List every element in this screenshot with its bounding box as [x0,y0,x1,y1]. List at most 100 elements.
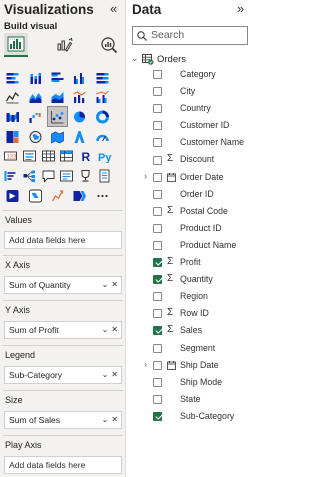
field-item[interactable]: Σ Sales [127,322,253,339]
close-icon[interactable]: ✕ [111,370,118,379]
chevron-right-icon[interactable]: › [144,359,147,369]
pie-chart-icon[interactable] [70,107,89,126]
field-item[interactable]: Customer Name [127,134,253,151]
analytics-icon[interactable] [97,33,121,57]
stacked-area-chart-icon[interactable] [48,88,67,107]
field-checkbox[interactable] [153,258,162,268]
power-apps-icon[interactable] [3,186,22,205]
field-item[interactable]: › Ship Date [127,357,253,374]
field-item[interactable]: State [127,391,253,408]
chevron-down-icon[interactable]: ⌄ [102,280,109,289]
field-checkbox[interactable] [153,343,162,353]
field-checkbox[interactable] [153,70,162,80]
clustered-column-chart-icon[interactable] [70,68,89,87]
line-chart-icon[interactable] [3,88,22,107]
field-item[interactable]: › Order Date [127,169,253,186]
field-checkbox[interactable] [153,275,162,285]
power-automate-icon[interactable] [25,186,44,205]
kpi-icon[interactable] [48,186,67,205]
field-checkbox[interactable] [153,292,162,302]
field-checkbox[interactable] [153,394,162,404]
python-visual-icon[interactable]: Py [96,147,112,166]
matrix-icon[interactable] [59,147,75,166]
field-item[interactable]: Σ Postal Code [127,203,253,220]
values-well[interactable]: Add data fields here [4,231,122,249]
chevron-down-icon[interactable]: ⌄ [131,53,139,64]
decomposition-tree-icon[interactable] [22,166,38,185]
field-item[interactable]: Category [127,66,253,83]
field-item[interactable]: City [127,83,253,100]
search-input[interactable]: Search [132,26,248,45]
collapse-visualizations-icon[interactable]: « [110,1,117,16]
scatter-chart-icon[interactable] [46,106,69,128]
field-item[interactable]: Order ID [127,186,253,203]
chevron-right-icon[interactable]: › [144,171,147,181]
map-icon[interactable] [25,127,44,146]
goals-icon[interactable] [78,166,94,185]
close-icon[interactable]: ✕ [111,415,118,424]
field-item[interactable]: Country [127,100,253,117]
chevron-down-icon[interactable]: ⌄ [102,325,109,334]
stacked-bar-chart-icon[interactable] [3,68,22,87]
chevron-down-icon[interactable]: ⌄ [102,415,109,424]
field-item[interactable]: Product ID [127,220,253,237]
legend-well[interactable]: Sub-Category ⌄ ✕ [4,366,122,384]
field-checkbox[interactable] [153,223,162,233]
line-and-column-chart-icon[interactable] [70,88,89,107]
build-visual-icon[interactable] [4,33,28,57]
field-item[interactable]: Sub-Category [127,408,253,425]
field-item[interactable]: Σ Quantity [127,271,253,288]
field-checkbox[interactable] [153,121,162,131]
field-item[interactable]: Σ Discount [127,151,253,168]
gauge-icon[interactable] [93,127,112,146]
field-checkbox[interactable] [153,155,162,165]
field-checkbox[interactable] [153,206,162,216]
field-checkbox[interactable] [153,189,162,199]
100-stacked-bar-chart-icon[interactable] [93,68,112,87]
chevron-down-icon[interactable]: ⌄ [102,370,109,379]
field-item[interactable]: Customer ID [127,117,253,134]
field-item[interactable]: Region [127,288,253,305]
ribbon-chart-icon[interactable] [3,107,22,126]
expand-data-icon[interactable]: » [237,1,244,16]
format-visual-icon[interactable] [52,33,76,57]
y-axis-well[interactable]: Sum of Profit ⌄ ✕ [4,321,122,339]
clustered-bar-chart-icon[interactable] [48,68,67,87]
paginated-report-icon[interactable] [96,166,112,185]
table-orders[interactable]: ⌄ Orders [127,52,253,66]
filled-map-icon[interactable] [48,127,67,146]
field-item[interactable]: Σ Row ID [127,305,253,322]
size-well[interactable]: Sum of Sales ⌄ ✕ [4,411,122,429]
field-item[interactable]: Σ Profit [127,254,253,271]
field-item[interactable]: Product Name [127,237,253,254]
field-item[interactable]: Ship Mode [127,374,253,391]
play-axis-well[interactable]: Add data fields here [4,456,122,474]
area-chart-icon[interactable] [25,88,44,107]
field-checkbox[interactable] [153,104,162,114]
qa-icon[interactable] [40,166,56,185]
card-icon[interactable]: 123 [3,147,19,166]
treemap-icon[interactable] [3,127,22,146]
close-icon[interactable]: ✕ [111,325,118,334]
field-checkbox[interactable] [153,326,162,336]
close-icon[interactable]: ✕ [111,280,118,289]
smart-narrative-icon[interactable] [59,166,75,185]
field-checkbox[interactable] [153,240,162,250]
multi-row-card-icon[interactable] [22,147,38,166]
slicer-icon[interactable] [70,186,89,205]
more-visuals-icon[interactable] [93,186,112,205]
field-checkbox[interactable] [153,411,162,421]
donut-chart-icon[interactable] [93,107,112,126]
field-checkbox[interactable] [153,138,162,148]
key-influencers-icon[interactable] [3,166,19,185]
stacked-column-chart-icon[interactable] [25,68,44,87]
field-checkbox[interactable] [153,360,162,370]
line-and-clustered-column-chart-icon[interactable] [93,88,112,107]
azure-map-icon[interactable] [70,127,89,146]
field-item[interactable]: Segment [127,340,253,357]
r-visual-icon[interactable]: R [78,147,94,166]
x-axis-well[interactable]: Sum of Quantity ⌄ ✕ [4,276,122,294]
field-checkbox[interactable] [153,309,162,319]
waterfall-chart-icon[interactable] [25,107,44,126]
field-checkbox[interactable] [153,377,162,387]
